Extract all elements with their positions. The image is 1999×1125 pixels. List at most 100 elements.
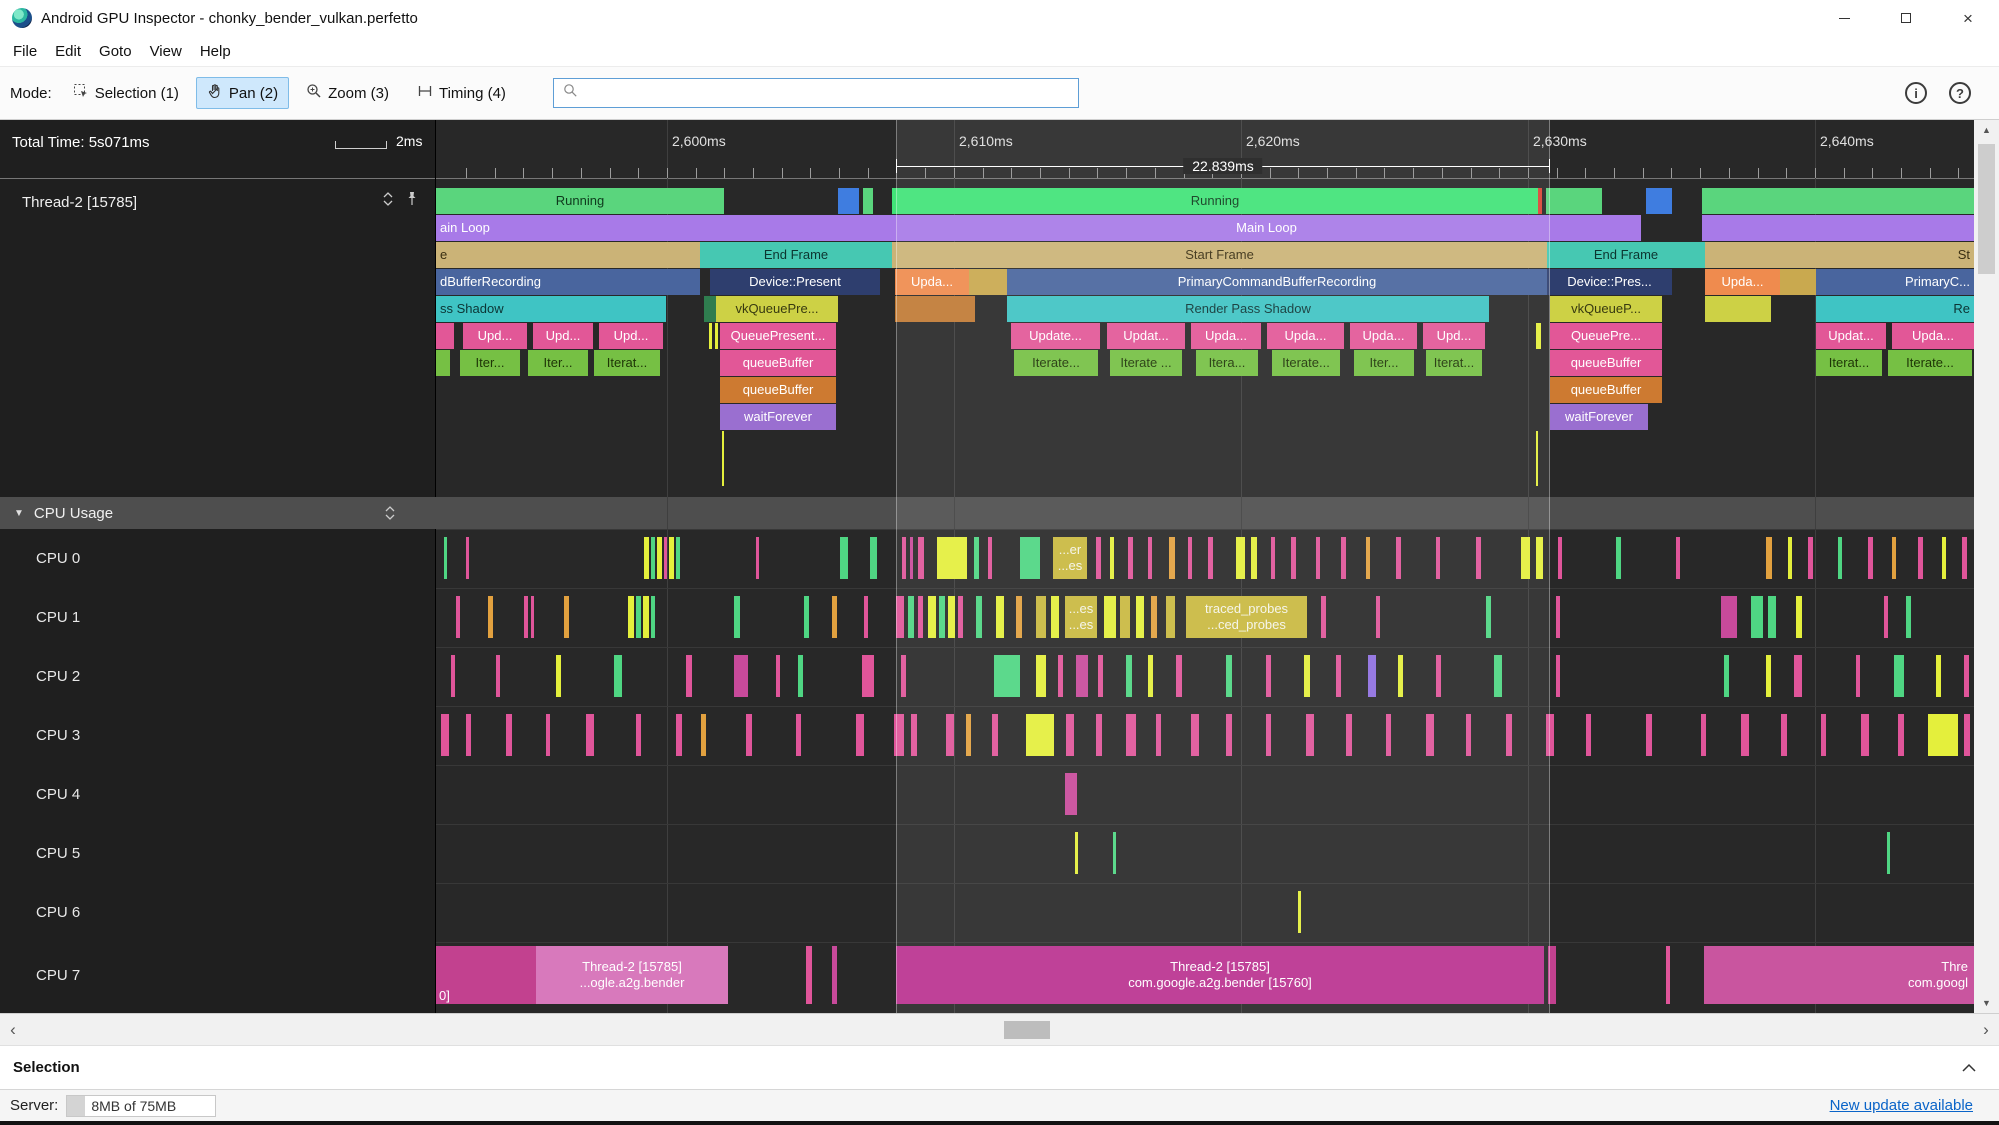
cpu-slice[interactable] [1271, 537, 1275, 579]
cpu-slice[interactable] [994, 655, 1020, 697]
cpu-slice[interactable] [1376, 596, 1380, 638]
trace-span[interactable]: Update... [1011, 323, 1100, 349]
cpu-slice[interactable] [531, 596, 534, 638]
cpu-slice[interactable] [1546, 714, 1554, 756]
cpu-slice[interactable] [1838, 537, 1842, 579]
cpu-slice[interactable] [832, 946, 837, 1004]
cpu-slice[interactable] [856, 714, 864, 756]
trace-span[interactable] [1780, 269, 1816, 295]
cpu-slice[interactable] [1616, 537, 1621, 579]
cpu-slice[interactable] [1169, 537, 1175, 579]
menu-edit[interactable]: Edit [46, 43, 90, 60]
trace-span[interactable]: PrimaryC... [1816, 269, 1974, 295]
cpu-slice[interactable] [1266, 714, 1271, 756]
cpu-slice[interactable] [734, 596, 740, 638]
cpu-slice[interactable] [1128, 537, 1133, 579]
cpu-slice[interactable] [628, 596, 634, 638]
cpu-slice[interactable] [1536, 537, 1543, 579]
trace-span[interactable]: Updat... [1816, 323, 1886, 349]
trace-span[interactable] [709, 323, 712, 349]
cpu-slice[interactable] [636, 714, 641, 756]
cpu-slice[interactable]: Thread-2 [15785] ...ogle.a2g.bender [536, 946, 728, 1004]
trace-span[interactable]: Render Pass Shadow [1007, 296, 1489, 322]
trace-span[interactable]: Iterate ... [1110, 350, 1182, 376]
cpu-slice[interactable] [840, 537, 848, 579]
cpu-slice[interactable] [1466, 714, 1471, 756]
trace-span[interactable]: Upda... [895, 269, 969, 295]
trace-span[interactable]: waitForever [1550, 404, 1648, 430]
trace-span[interactable]: queueBuffer [1550, 350, 1662, 376]
cpu-slice[interactable] [1148, 537, 1152, 579]
cpu-slice[interactable] [1892, 537, 1896, 579]
trace-span[interactable]: Iterate... [1014, 350, 1098, 376]
cpu-slice[interactable] [1521, 537, 1530, 579]
horizontal-scroll-thumb[interactable] [1004, 1021, 1050, 1039]
cpu-slice[interactable] [1226, 655, 1232, 697]
menu-file[interactable]: File [4, 43, 46, 60]
cpu-slice[interactable] [1066, 714, 1074, 756]
cpu-slice[interactable] [1918, 537, 1923, 579]
cpu-slice[interactable] [1016, 596, 1022, 638]
cpu-slice[interactable] [1494, 655, 1502, 697]
trace-span[interactable]: QueuePresent... [720, 323, 836, 349]
cpu-slice[interactable] [1321, 596, 1326, 638]
cpu-slice[interactable] [911, 714, 917, 756]
cpu-slice[interactable] [564, 596, 569, 638]
scroll-left-arrow[interactable]: ‹ [0, 1014, 26, 1046]
cpu-slice[interactable] [1386, 714, 1391, 756]
menu-goto[interactable]: Goto [90, 43, 141, 60]
trace-span[interactable]: vkQueuePre... [716, 296, 838, 322]
trace-span[interactable]: vkQueueP... [1550, 296, 1662, 322]
menu-view[interactable]: View [141, 43, 191, 60]
cpu-slice[interactable] [1556, 655, 1560, 697]
cpu-slice[interactable] [948, 596, 955, 638]
cpu-slice[interactable] [1076, 655, 1088, 697]
cpu-slice[interactable] [1104, 596, 1116, 638]
cpu-slice[interactable] [556, 655, 561, 697]
cpu-slice[interactable] [1188, 537, 1192, 579]
cpu-slice[interactable] [456, 596, 460, 638]
cpu-slice[interactable] [1724, 655, 1729, 697]
cpu-slice[interactable] [966, 714, 971, 756]
trace-span[interactable]: Upda... [1892, 323, 1974, 349]
trace-span[interactable]: waitForever [720, 404, 836, 430]
trace-span[interactable]: Upda... [1705, 269, 1780, 295]
cpu-slice[interactable] [1026, 714, 1054, 756]
cpu-slice[interactable] [1928, 714, 1958, 756]
cpu-slice[interactable] [1666, 946, 1670, 1004]
cpu-slice[interactable] [1208, 537, 1213, 579]
cpu-slice[interactable] [1396, 537, 1401, 579]
cpu-slice[interactable] [636, 596, 641, 638]
cpu-slice[interactable] [1110, 537, 1114, 579]
cpu-slice[interactable] [776, 655, 780, 697]
cpu-slice[interactable] [1266, 655, 1271, 697]
cpu-slice[interactable] [910, 537, 913, 579]
cpu-slice[interactable] [918, 596, 923, 638]
trace-span[interactable] [436, 350, 450, 376]
cpu-slice[interactable] [832, 596, 837, 638]
trace-span[interactable]: Device::Present [710, 269, 880, 295]
unfold-vertical-icon[interactable] [382, 191, 394, 212]
cpu-slice[interactable] [1906, 596, 1911, 638]
cpu-slice[interactable]: Thre com.googl [1704, 946, 1974, 1004]
cpu-slice[interactable] [1166, 596, 1175, 638]
cpu-slice[interactable] [1721, 596, 1737, 638]
cpu-slice[interactable] [466, 714, 471, 756]
cpu-slice[interactable] [1341, 537, 1346, 579]
cpu-slice[interactable] [928, 596, 936, 638]
help-icon[interactable]: ? [1949, 82, 1971, 104]
cpu-slice[interactable] [1436, 537, 1440, 579]
trace-span[interactable]: queueBuffer [1550, 377, 1662, 403]
cpu-slice[interactable] [444, 537, 447, 579]
cpu-slice[interactable] [1788, 537, 1792, 579]
cpu-slice[interactable] [643, 596, 649, 638]
cpu-slice[interactable] [1821, 714, 1826, 756]
trace-span[interactable]: Iter... [1354, 350, 1414, 376]
trace-span[interactable] [895, 296, 975, 322]
cpu-slice[interactable] [1741, 714, 1749, 756]
trace-span[interactable]: St [1705, 242, 1974, 268]
cpu-slice[interactable] [1316, 537, 1320, 579]
cpu-slice[interactable] [1556, 596, 1560, 638]
cpu-slice[interactable] [1942, 537, 1946, 579]
cpu-slice[interactable] [870, 537, 877, 579]
